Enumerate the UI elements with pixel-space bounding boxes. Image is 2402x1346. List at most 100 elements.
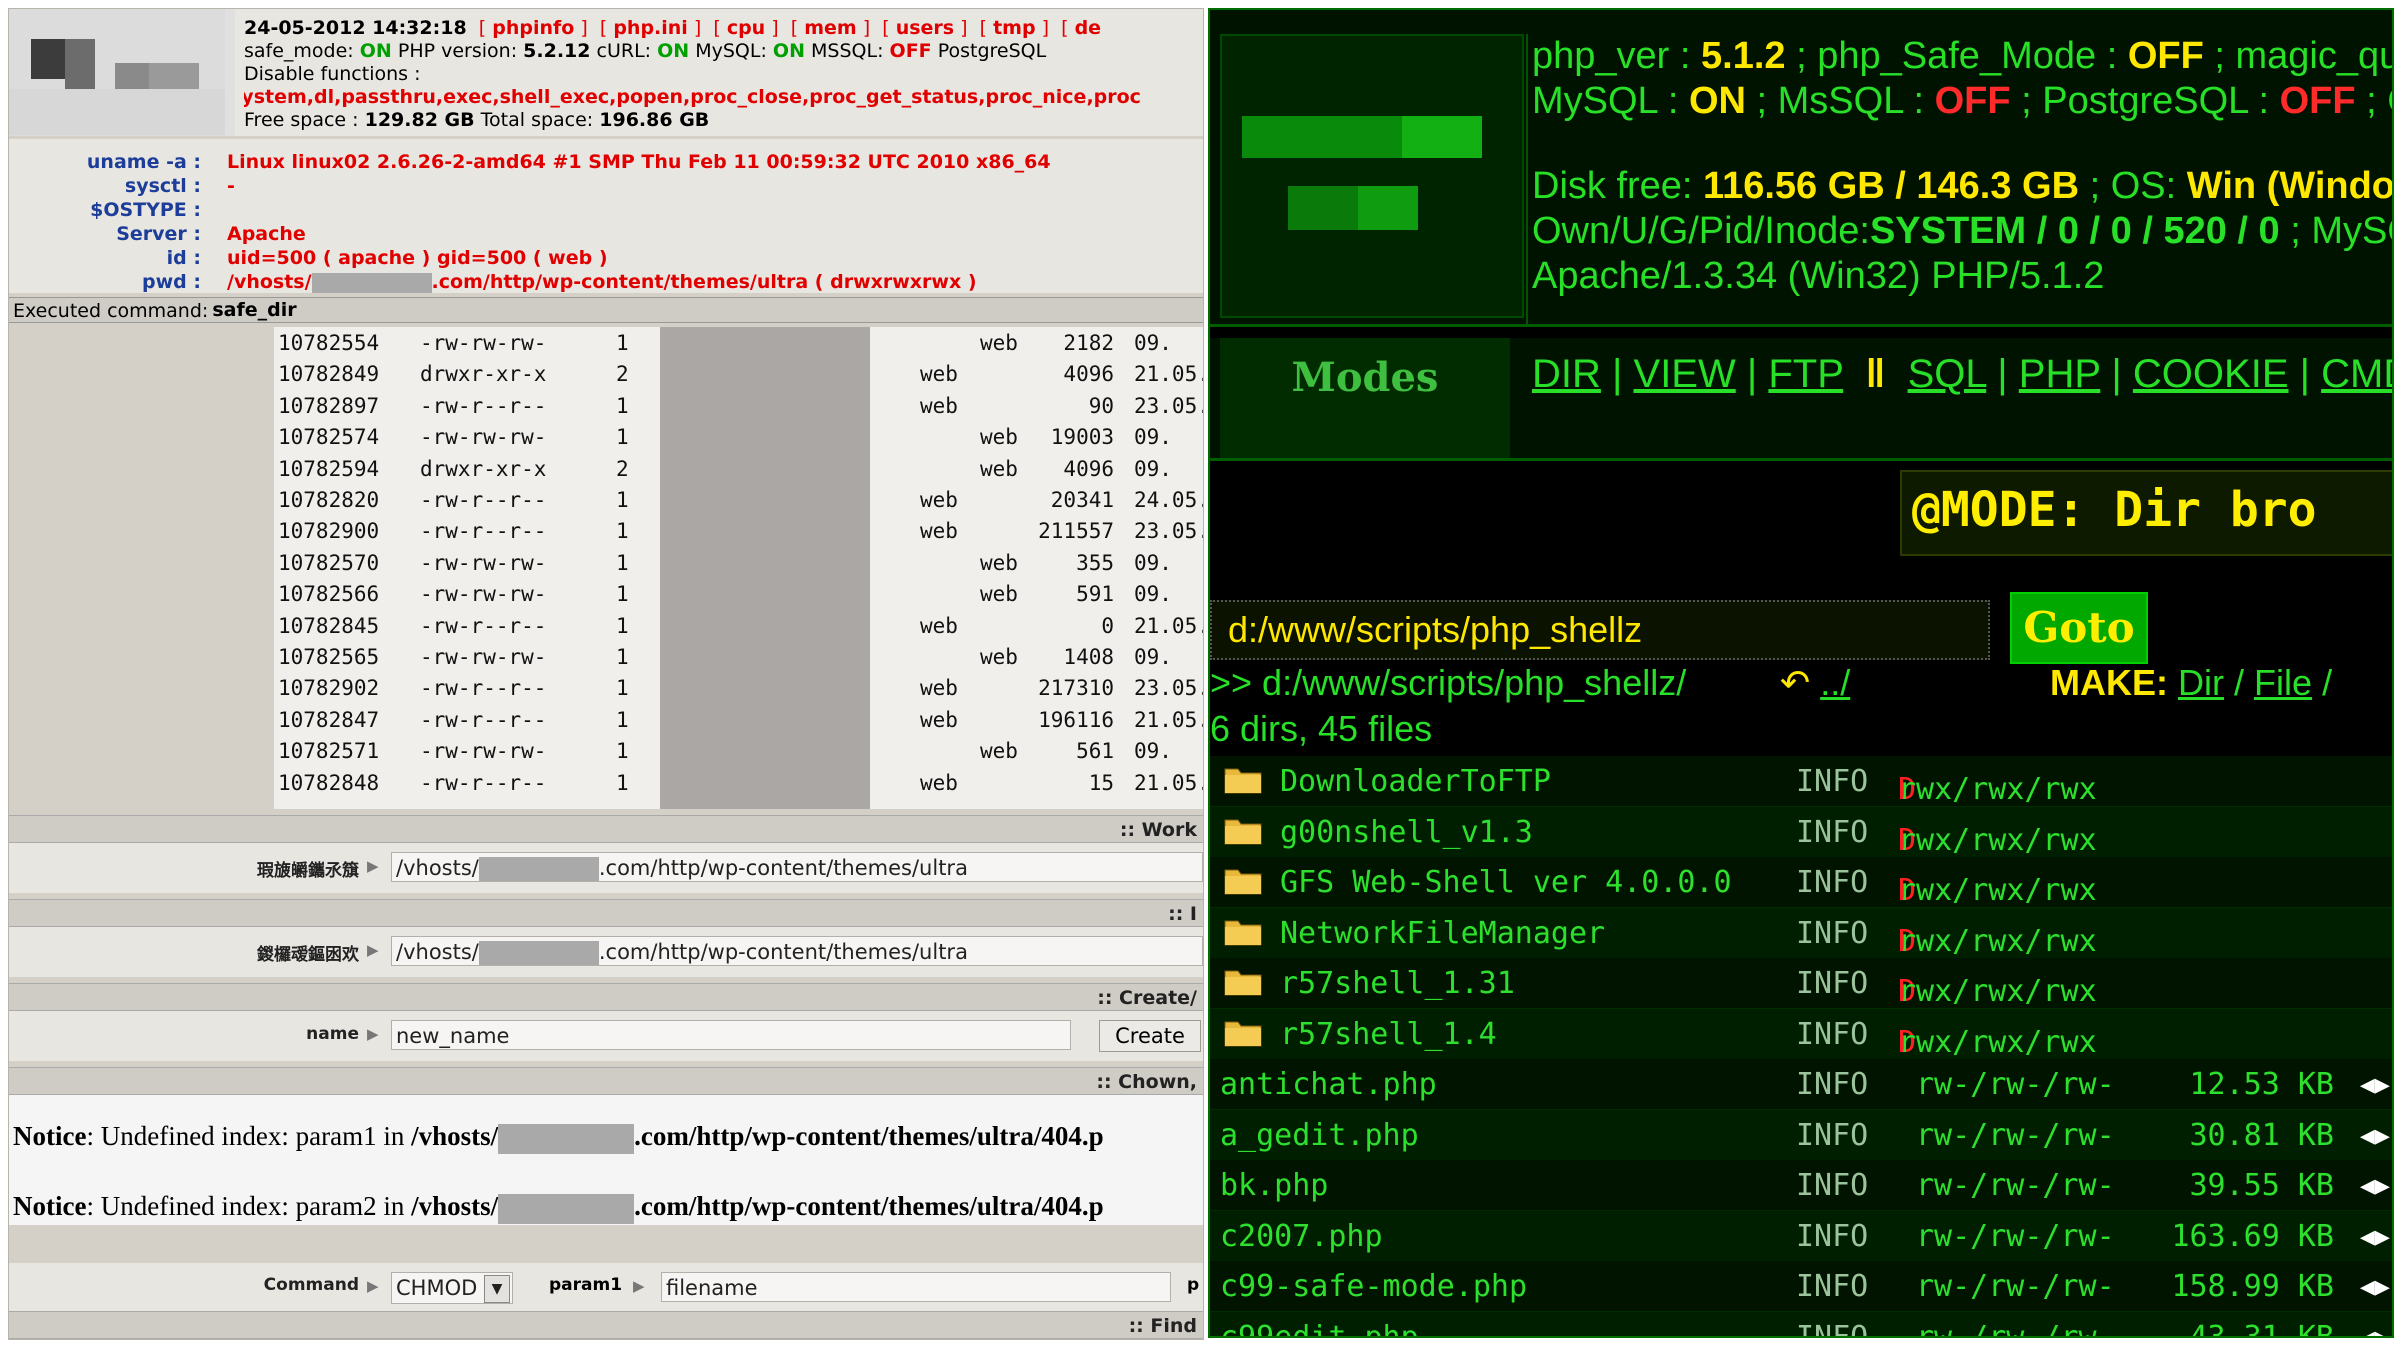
make-dir-link[interactable]: Dir (2178, 662, 2224, 703)
info-link[interactable]: INFO (1796, 1269, 1868, 1304)
listing-inode: 10782574 (278, 425, 380, 450)
file-name[interactable]: a_gedit.php (1220, 1118, 1419, 1153)
arrow-right-icon: ▶ (633, 1277, 645, 1295)
file-name[interactable]: c2007.php (1220, 1219, 1383, 1254)
file-row[interactable]: c99edit.php INFO rw-/rw-/rw- 43.31 KB ◂▸ (1210, 1311, 2392, 1338)
updir-link[interactable]: ↶ ../ (1780, 662, 1850, 704)
work-dir-input[interactable]: /vhosts/.com/http/wp-content/themes/ultr… (391, 852, 1203, 882)
folder-icon (1224, 869, 1262, 895)
dir-row[interactable]: DownloaderToFTP INFO Drwx/rwx/rwx (1210, 756, 2392, 807)
listing-inode: 10782554 (278, 331, 380, 355)
new-name-input[interactable]: new_name (391, 1020, 1071, 1050)
nav-view[interactable]: VIEW (1634, 352, 1736, 396)
file-row[interactable]: antichat.php INFO rw-/rw-/rw- 12.53 KB ◂▸ (1210, 1059, 2392, 1110)
info-link[interactable]: INFO (1796, 1219, 1868, 1254)
file-size: 43.31 KB (2189, 1319, 2335, 1338)
write-file-input[interactable]: /vhosts/.com/http/wp-content/themes/ultr… (391, 936, 1203, 966)
redacted-domain (478, 941, 599, 965)
header-link-tmp[interactable]: [ tmp ] (974, 17, 1049, 39)
dir-name[interactable]: DownloaderToFTP (1280, 764, 1551, 799)
param1-input[interactable]: filename (661, 1272, 1171, 1302)
info-link[interactable]: INFO (1796, 1118, 1868, 1153)
view-edit-icon[interactable]: ◂▸ (2360, 1269, 2390, 1304)
view-edit-icon[interactable]: ◂▸ (2360, 1320, 2390, 1337)
view-edit-icon[interactable]: ◂▸ (2360, 1219, 2390, 1254)
listing-size: 4096 (1063, 362, 1114, 387)
goto-button[interactable]: Goto (2010, 592, 2148, 664)
listing-size: 4096 (1063, 456, 1114, 481)
command-row: Command ▶ CHMOD ▼ param1 ▶ filename p (9, 1263, 1203, 1311)
nav-sql[interactable]: SQL (1908, 352, 1987, 396)
listing-size: 217310 (1038, 676, 1114, 701)
disk-info-line: Disk free: 116.56 GB / 146.3 GB ; OS: Wi… (1532, 165, 2394, 207)
param1-label: param1 (549, 1275, 623, 1295)
make-file-link[interactable]: File (2254, 662, 2312, 703)
info-link[interactable]: INFO (1796, 1168, 1868, 1203)
header-link-de[interactable]: [ de (1055, 17, 1101, 39)
file-row[interactable]: c2007.php INFO rw-/rw-/rw- 163.69 KB ◂▸ (1210, 1210, 2392, 1262)
dir-name[interactable]: NetworkFileManager (1280, 916, 1605, 951)
header-link-cpu[interactable]: [ cpu ] (707, 17, 778, 39)
header-link-users[interactable]: [ users ] (876, 17, 967, 39)
section-2: :: I (9, 899, 1203, 927)
nav-cookie[interactable]: COOKIE (2133, 352, 2289, 396)
info-link[interactable]: INFO (1796, 764, 1868, 799)
nav-dir[interactable]: DIR (1532, 352, 1601, 396)
command-select[interactable]: CHMOD ▼ (391, 1272, 513, 1304)
server-summary: 24-05-2012 14:32:18 [ phpinfo ] [ php.in… (244, 17, 1203, 132)
nav-php[interactable]: PHP (2019, 352, 2101, 396)
dir-name[interactable]: r57shell_1.31 (1280, 966, 1515, 1001)
listing-date: 09. (1134, 331, 1172, 355)
file-name[interactable]: bk.php (1220, 1168, 1328, 1203)
arrow-right-icon: ▶ (367, 1025, 379, 1043)
shell-logo (1220, 34, 1524, 318)
listing-date: 09. (1134, 550, 1172, 575)
view-edit-icon[interactable]: ◂▸ (2360, 1067, 2390, 1102)
info-link[interactable]: INFO (1796, 1067, 1868, 1102)
file-row[interactable]: c99-safe-mode.php INFO rw-/rw-/rw- 158.99 K… (1210, 1261, 2392, 1312)
view-edit-icon[interactable]: ◂▸ (2360, 1118, 2390, 1153)
info-link[interactable]: INFO (1796, 865, 1868, 900)
file-name[interactable]: antichat.php (1220, 1067, 1437, 1102)
file-row[interactable]: a_gedit.php INFO rw-/rw-/rw- 30.81 KB ◂▸ (1210, 1109, 2392, 1161)
server-version-line: Apache/1.3.34 (Win32) PHP/5.1.2 (1532, 255, 2105, 297)
listing-size: 19003 (1050, 425, 1114, 450)
executed-command: safe_dir (212, 299, 297, 321)
info-link[interactable]: INFO (1796, 966, 1868, 1001)
chevron-down-icon[interactable]: ▼ (484, 1275, 510, 1303)
header-link-phpini[interactable]: [ php.ini ] (594, 17, 701, 39)
header-link-phpinfo[interactable]: [ phpinfo ] (473, 17, 588, 39)
info-link[interactable]: INFO (1796, 916, 1868, 951)
dir-name[interactable]: g00nshell_v1.3 (1280, 815, 1533, 850)
folder-icon (1224, 1021, 1262, 1046)
dir-name[interactable]: GFS Web-Shell ver 4.0.0.0 (1280, 865, 1732, 900)
listing-group: web (980, 425, 1018, 450)
nav-cmd[interactable]: CMD (2321, 352, 2392, 396)
info-link[interactable]: INFO (1796, 1017, 1868, 1052)
make-controls: MAKE: Dir / File / (2050, 662, 2333, 703)
header-link-mem[interactable]: [ mem ] (785, 17, 870, 39)
create-button[interactable]: Create (1099, 1020, 1201, 1052)
create-row: name ▶ new_name Create (9, 1011, 1203, 1061)
file-row[interactable]: bk.php INFO rw-/rw-/rw- 39.55 KB ◂▸ (1210, 1160, 2392, 1211)
info-link[interactable]: INFO (1796, 1320, 1868, 1337)
dir-row[interactable]: GFS Web-Shell ver 4.0.0.0 INFO Drwx/rwx/rw… (1210, 857, 2392, 908)
dir-name[interactable]: r57shell_1.4 (1280, 1017, 1497, 1052)
dir-row[interactable]: g00nshell_v1.3 INFO Drwx/rwx/rwx (1210, 806, 2392, 858)
dir-row[interactable]: NetworkFileManager INFO Drwx/rwx/rwx (1210, 907, 2392, 959)
info-link[interactable]: INFO (1796, 815, 1868, 850)
file-name[interactable]: c99-safe-mode.php (1220, 1269, 1527, 1304)
nav-ftp[interactable]: FTP (1768, 352, 1843, 396)
listing-size: 15 (1088, 770, 1114, 795)
path-input[interactable]: d:/www/scripts/php_shellz (1210, 600, 1990, 660)
dir-row[interactable]: r57shell_1.31 INFO Drwx/rwx/rwx (1210, 958, 2392, 1009)
listing-size: 20341 (1050, 488, 1114, 512)
file-name[interactable]: c99edit.php (1220, 1320, 1419, 1337)
listing-group: web (980, 331, 1018, 355)
info-row-pwd: pwd :/vhosts/.com/http/wp-content/themes… (142, 271, 977, 293)
dir-row[interactable]: r57shell_1.4 INFO Drwx/rwx/rwx (1210, 1008, 2392, 1060)
right-shell-panel: php_ver : 5.1.2 ; php_Safe_Mode : OFF ; … (1208, 8, 2394, 1338)
view-edit-icon[interactable]: ◂▸ (2360, 1168, 2390, 1203)
work-dir-label: 瑕旇皭鑴氶簱 (257, 861, 359, 881)
listing-inode: 10782900 (278, 519, 380, 544)
